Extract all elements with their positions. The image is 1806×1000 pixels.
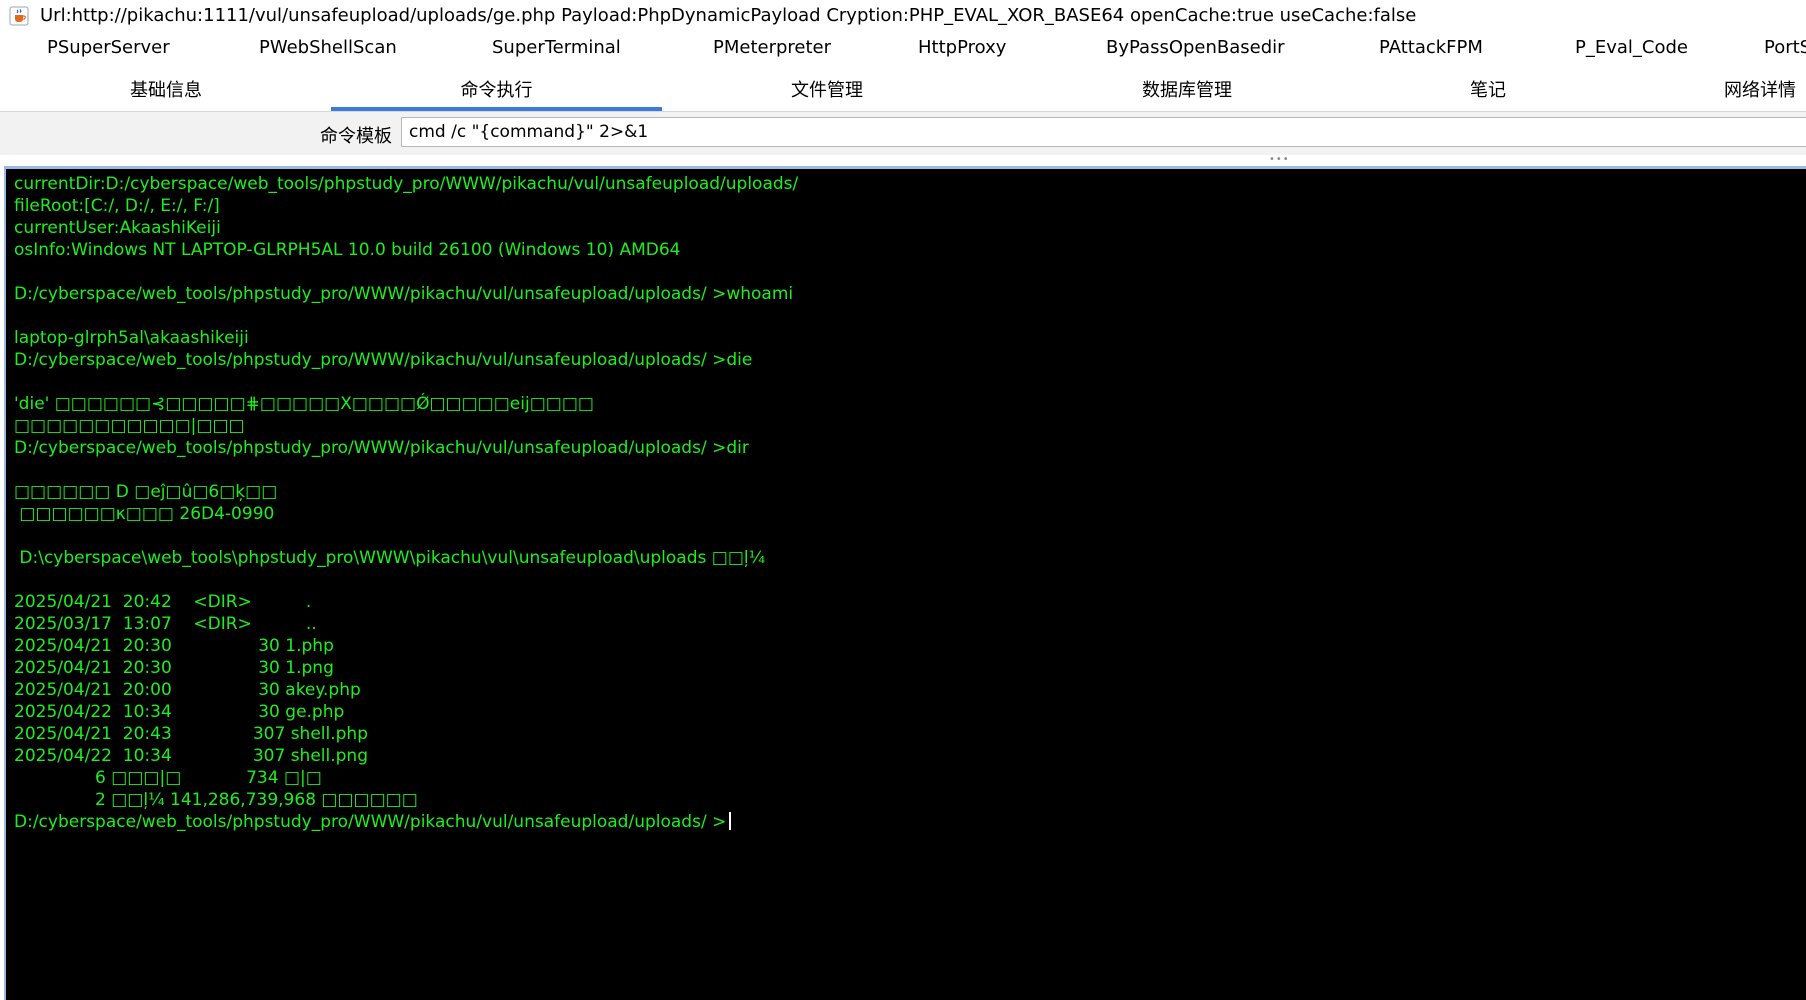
plugin-tab-pwebshellscan[interactable]: PWebShellScan (259, 37, 397, 58)
title-bar: Url:http://pikachu:1111/vul/unsafeupload… (0, 0, 1806, 31)
terminal-line-text: 'die' □□□□□□⊰□□□□□⋕□□□□□X□□□□Ǿ□□□□□eij□□… (14, 394, 594, 414)
terminal-line: D:/cyberspace/web_tools/phpstudy_pro/WWW… (14, 349, 798, 371)
terminal-line: 2025/04/21 20:00 30 akey.php (14, 679, 798, 701)
terminal-line: fileRoot:[C:/, D:/, E:/, F:/] (14, 195, 798, 217)
terminal-line: laptop-glrph5al\akaashikeiji (14, 327, 798, 349)
terminal-line: 'die' □□□□□□⊰□□□□□⋕□□□□□X□□□□Ǿ□□□□□eij□□… (14, 393, 798, 415)
plugin-tab-superterminal[interactable]: SuperTerminal (492, 37, 621, 58)
terminal-line: □□□□□□ D □eĵ□û□6□ķ□□ (14, 481, 798, 503)
terminal-line-text: D:/cyberspace/web_tools/phpstudy_pro/WWW… (14, 350, 753, 370)
terminal-line: 2025/04/22 10:34 307 shell.png (14, 745, 798, 767)
terminal-line-text: 6 □□□|□ 734 □|□ (14, 768, 322, 788)
terminal-line: 2025/04/21 20:30 30 1.png (14, 657, 798, 679)
terminal-line-text: 2025/04/21 20:30 30 1.png (14, 658, 334, 678)
plugin-tab-pattackfpm[interactable]: PAttackFPM (1379, 37, 1483, 58)
terminal-output[interactable]: currentDir:D:/cyberspace/web_tools/phpst… (4, 166, 1806, 1000)
plugin-tab-bar: PSuperServer PWebShellScan SuperTerminal PM… (0, 33, 1806, 67)
terminal-line-text: 2025/04/21 20:30 30 1.php (14, 636, 334, 656)
command-template-label: 命令模板 (320, 126, 392, 147)
main-tab-bar: 基础信息 命令执行 文件管理 数据库管理 笔记 网络详情 (0, 71, 1806, 112)
plugin-tab-p-eval-code[interactable]: P_Eval_Code (1575, 37, 1688, 58)
terminal-line-text: currentUser:AkaashiKeiji (14, 218, 221, 238)
terminal-line: D:\cyberspace\web_tools\phpstudy_pro\WWW… (14, 547, 798, 569)
terminal-line-text: osInfo:Windows NT LAPTOP-GLRPH5AL 10.0 b… (14, 240, 681, 260)
java-cup-icon (9, 6, 29, 25)
tab-notes[interactable]: 笔记 (1438, 71, 1538, 111)
tab-command-exec[interactable]: 命令执行 (331, 71, 662, 111)
plugin-tab-psuperserver[interactable]: PSuperServer (47, 37, 170, 58)
terminal-line: 2025/04/21 20:43 307 shell.php (14, 723, 798, 745)
tab-database-manager[interactable]: 数据库管理 (1107, 71, 1267, 111)
splitter-handle[interactable]: ••• (1269, 155, 1289, 165)
terminal-line: □□□□□□□□□□□|□□□ (14, 415, 798, 437)
terminal-line-text: D:/cyberspace/web_tools/phpstudy_pro/WWW… (14, 812, 727, 832)
terminal-line-text: □□□□□□□□□□□|□□□ (14, 416, 245, 436)
terminal-line: 2025/04/22 10:34 30 ge.php (14, 701, 798, 723)
terminal-line: 6 □□□|□ 734 □|□ (14, 767, 798, 789)
terminal-line: D:/cyberspace/web_tools/phpstudy_pro/WWW… (14, 283, 798, 305)
terminal-line-text: □□□□□□ D □eĵ□û□6□ķ□□ (14, 482, 278, 502)
text-caret (729, 812, 732, 830)
terminal-line: 2025/04/21 20:42 <DIR> . (14, 591, 798, 613)
terminal-line: D:/cyberspace/web_tools/phpstudy_pro/WWW… (14, 437, 798, 459)
terminal-line-text: currentDir:D:/cyberspace/web_tools/phpst… (14, 174, 799, 194)
terminal-line: D:/cyberspace/web_tools/phpstudy_pro/WWW… (14, 811, 798, 833)
terminal-line-text: 2025/04/21 20:00 30 akey.php (14, 680, 361, 700)
terminal-line-text: 2025/04/22 10:34 30 ge.php (14, 702, 345, 722)
plugin-tab-pmeterpreter[interactable]: PMeterpreter (713, 37, 831, 58)
terminal-line-text: 2025/03/17 13:07 <DIR> .. (14, 614, 317, 634)
terminal-line: 2 □□ļ¼ 141,286,739,968 □□□□□□ (14, 789, 798, 811)
tab-file-manager[interactable]: 文件管理 (752, 71, 902, 111)
terminal-lines: currentDir:D:/cyberspace/web_tools/phpst… (14, 173, 798, 833)
terminal-line-text: 2025/04/22 10:34 307 shell.png (14, 746, 368, 766)
terminal-line: □□□□□□κ□□□ 26D4-0990 (14, 503, 798, 525)
command-template-row: 命令模板 (0, 112, 1806, 155)
terminal-line: 2025/04/21 20:30 30 1.php (14, 635, 798, 657)
tab-network-details[interactable]: 网络详情 (1700, 71, 1806, 111)
plugin-tab-httpproxy[interactable]: HttpProxy (918, 37, 1006, 58)
godzilla-shell-window: Url:http://pikachu:1111/vul/unsafeupload… (0, 0, 1806, 1000)
terminal-line-text: D:/cyberspace/web_tools/phpstudy_pro/WWW… (14, 284, 794, 304)
terminal-line: 2025/03/17 13:07 <DIR> .. (14, 613, 798, 635)
terminal-line-text: D:\cyberspace\web_tools\phpstudy_pro\WWW… (14, 548, 766, 568)
terminal-line: currentDir:D:/cyberspace/web_tools/phpst… (14, 173, 798, 195)
command-template-input[interactable] (401, 117, 1806, 147)
terminal-line: currentUser:AkaashiKeiji (14, 217, 798, 239)
window-title: Url:http://pikachu:1111/vul/unsafeupload… (40, 5, 1417, 26)
tab-basic-info[interactable]: 基础信息 (96, 71, 236, 111)
terminal-line-text: □□□□□□κ□□□ 26D4-0990 (14, 504, 275, 524)
plugin-tab-ports[interactable]: PortS (1764, 37, 1806, 58)
terminal-line: osInfo:Windows NT LAPTOP-GLRPH5AL 10.0 b… (14, 239, 798, 261)
terminal-line-text: 2025/04/21 20:42 <DIR> . (14, 592, 312, 612)
terminal-line-text: D:/cyberspace/web_tools/phpstudy_pro/WWW… (14, 438, 749, 458)
terminal-line-text: 2025/04/21 20:43 307 shell.php (14, 724, 368, 744)
terminal-line-text: laptop-glrph5al\akaashikeiji (14, 328, 249, 348)
terminal-line-text: fileRoot:[C:/, D:/, E:/, F:/] (14, 196, 220, 216)
terminal-line-text: 2 □□ļ¼ 141,286,739,968 □□□□□□ (14, 790, 418, 810)
plugin-tab-bypassopenbasedir[interactable]: ByPassOpenBasedir (1106, 37, 1285, 58)
